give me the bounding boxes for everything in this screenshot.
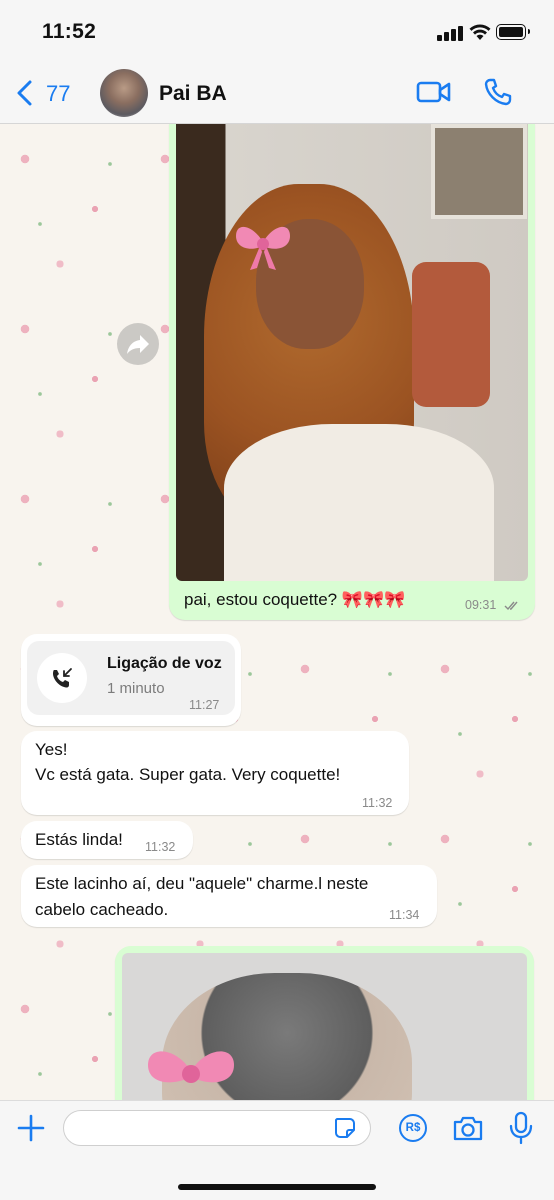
camera-icon[interactable] xyxy=(452,1114,484,1142)
cellular-signal-icon xyxy=(437,25,463,41)
incoming-call-icon-wrap xyxy=(37,653,87,703)
message-text: cabelo cacheado. xyxy=(35,900,169,919)
selfie-photo[interactable] xyxy=(176,124,528,581)
message-text: Yes! xyxy=(35,740,68,759)
photo-caption: pai, estou coquette? 🎀🎀🎀 xyxy=(184,590,406,609)
message-text: Este lacinho aí, deu "aquele" charme.l n… xyxy=(35,874,369,893)
home-indicator xyxy=(178,1184,376,1190)
forward-icon xyxy=(127,335,149,354)
message-text: Vc está gata. Super gata. Very coquette! xyxy=(35,765,341,784)
incoming-call-icon xyxy=(53,668,72,688)
chat-area[interactable]: pai, estou coquette? 🎀🎀🎀 09:31 Ligação d… xyxy=(0,124,554,1100)
contact-name[interactable]: Pai BA xyxy=(159,82,227,106)
edited-photo[interactable] xyxy=(122,953,527,1100)
unread-count[interactable]: 77 xyxy=(46,81,70,107)
message-time: 09:31 xyxy=(465,598,497,612)
phone-call-icon[interactable] xyxy=(483,77,513,107)
back-chevron-icon[interactable] xyxy=(14,79,36,107)
call-duration: 1 minuto xyxy=(107,680,165,697)
payment-icon[interactable]: R$ xyxy=(399,1114,427,1142)
forward-button[interactable] xyxy=(117,323,159,365)
voice-call-card[interactable]: Ligação de voz 1 minuto 11:27 xyxy=(27,641,235,715)
message-time: 11:32 xyxy=(362,796,393,810)
plus-icon[interactable] xyxy=(16,1113,46,1143)
battery-icon xyxy=(496,24,530,40)
chat-header: 77 Pai BA xyxy=(0,62,554,124)
wall-picture xyxy=(431,124,527,219)
sticker-icon[interactable] xyxy=(333,1116,357,1140)
wifi-icon xyxy=(469,24,491,40)
message-input-bar: R$ xyxy=(0,1100,554,1200)
pink-bow-icon xyxy=(148,1051,234,1083)
read-receipt-icon xyxy=(504,601,518,611)
avatar[interactable] xyxy=(100,69,148,117)
message-time: 11:27 xyxy=(189,698,220,712)
microphone-icon[interactable] xyxy=(509,1111,533,1145)
message-input[interactable] xyxy=(63,1110,371,1146)
pink-bow-icon xyxy=(236,226,290,270)
video-call-icon[interactable] xyxy=(416,79,452,105)
message-time: 11:34 xyxy=(389,908,420,922)
call-title: Ligação de voz xyxy=(107,655,222,672)
message-time: 11:32 xyxy=(145,840,176,854)
status-time: 11:52 xyxy=(42,20,97,43)
status-bar: 11:52 xyxy=(0,0,554,62)
message-text: Estás linda! xyxy=(35,830,123,849)
